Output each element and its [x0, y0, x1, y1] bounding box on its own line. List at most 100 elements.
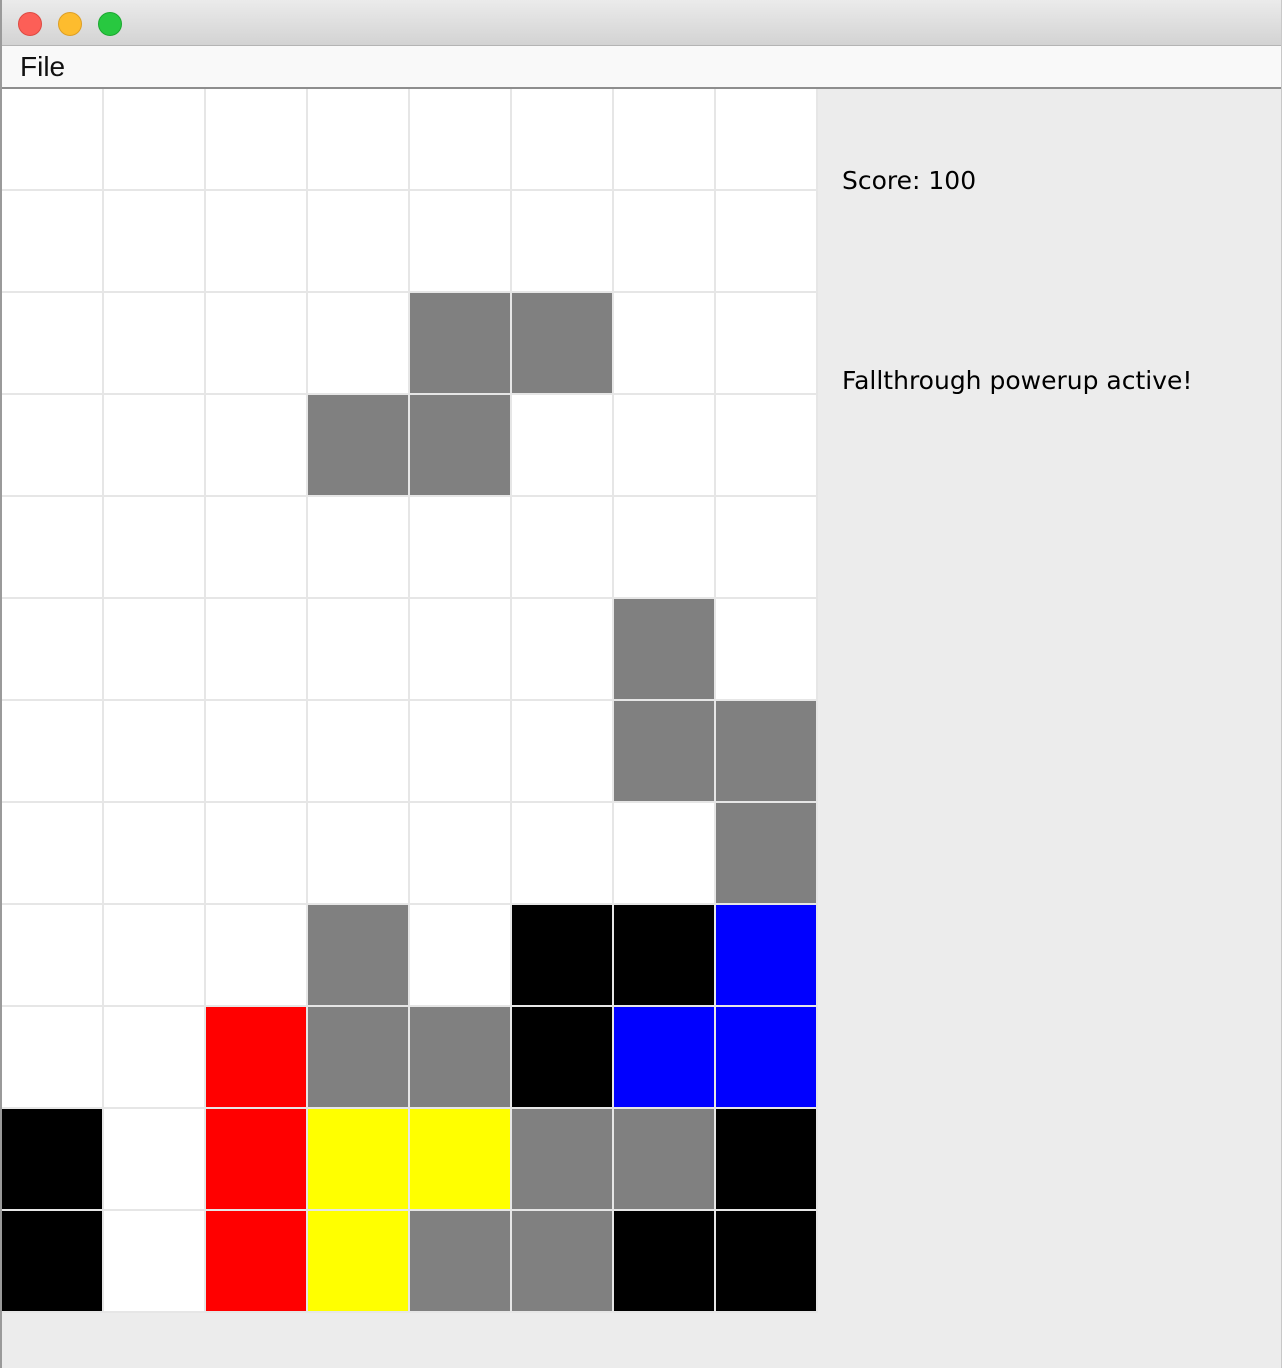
empty-cell: [410, 191, 510, 291]
empty-cell: [104, 293, 204, 393]
empty-cell: [2, 701, 102, 801]
block-cell: [308, 395, 408, 495]
empty-cell: [206, 89, 306, 189]
block-cell: [512, 293, 612, 393]
empty-cell: [2, 395, 102, 495]
powerup-status: Fallthrough powerup active!: [842, 366, 1193, 395]
empty-cell: [206, 701, 306, 801]
empty-cell: [104, 599, 204, 699]
empty-cell: [2, 89, 102, 189]
block-cell: [716, 905, 816, 1005]
score-label: Score: 100: [842, 166, 977, 195]
block-cell: [716, 1211, 816, 1311]
game-board[interactable]: [2, 89, 818, 1313]
empty-cell: [206, 293, 306, 393]
empty-cell: [614, 497, 714, 597]
title-bar[interactable]: [2, 0, 1281, 46]
empty-cell: [104, 395, 204, 495]
block-cell: [308, 905, 408, 1005]
empty-cell: [410, 599, 510, 699]
empty-cell: [410, 803, 510, 903]
block-cell: [2, 1109, 102, 1209]
empty-cell: [512, 191, 612, 291]
block-cell: [512, 1007, 612, 1107]
block-cell: [716, 701, 816, 801]
empty-cell: [308, 89, 408, 189]
block-cell: [308, 1007, 408, 1107]
block-cell: [410, 1007, 510, 1107]
empty-cell: [614, 191, 714, 291]
empty-cell: [716, 599, 816, 699]
block-cell: [410, 1211, 510, 1311]
empty-cell: [104, 191, 204, 291]
empty-cell: [206, 395, 306, 495]
empty-cell: [104, 1109, 204, 1209]
empty-cell: [104, 1211, 204, 1311]
empty-cell: [2, 1007, 102, 1107]
empty-cell: [512, 803, 612, 903]
block-cell: [308, 1211, 408, 1311]
empty-cell: [2, 803, 102, 903]
empty-cell: [410, 701, 510, 801]
close-button[interactable]: [18, 12, 42, 36]
empty-cell: [716, 395, 816, 495]
empty-cell: [308, 497, 408, 597]
menu-bar: File: [2, 46, 1281, 89]
empty-cell: [512, 497, 612, 597]
block-cell: [716, 1109, 816, 1209]
empty-cell: [614, 293, 714, 393]
empty-cell: [206, 497, 306, 597]
empty-cell: [104, 905, 204, 1005]
empty-cell: [410, 497, 510, 597]
game-window: File Score: 100 Fallthrough powerup acti…: [0, 0, 1282, 1368]
block-cell: [410, 1109, 510, 1209]
block-cell: [716, 803, 816, 903]
empty-cell: [716, 191, 816, 291]
empty-cell: [206, 905, 306, 1005]
block-cell: [206, 1007, 306, 1107]
empty-cell: [512, 701, 612, 801]
block-cell: [614, 1211, 714, 1311]
maximize-button[interactable]: [98, 12, 122, 36]
block-cell: [614, 1109, 714, 1209]
menu-file[interactable]: File: [20, 51, 65, 83]
empty-cell: [410, 89, 510, 189]
empty-cell: [2, 599, 102, 699]
empty-cell: [716, 293, 816, 393]
block-cell: [206, 1211, 306, 1311]
empty-cell: [2, 497, 102, 597]
block-cell: [308, 1109, 408, 1209]
empty-cell: [206, 803, 306, 903]
block-cell: [410, 293, 510, 393]
block-cell: [614, 701, 714, 801]
empty-cell: [308, 191, 408, 291]
block-cell: [206, 1109, 306, 1209]
empty-cell: [512, 89, 612, 189]
empty-cell: [308, 599, 408, 699]
block-cell: [512, 1109, 612, 1209]
empty-cell: [308, 803, 408, 903]
empty-cell: [716, 89, 816, 189]
minimize-button[interactable]: [58, 12, 82, 36]
empty-cell: [614, 395, 714, 495]
empty-cell: [614, 803, 714, 903]
empty-cell: [512, 599, 612, 699]
empty-cell: [2, 191, 102, 291]
block-cell: [614, 599, 714, 699]
block-cell: [614, 905, 714, 1005]
empty-cell: [512, 395, 612, 495]
block-cell: [2, 1211, 102, 1311]
empty-cell: [2, 905, 102, 1005]
empty-cell: [104, 1007, 204, 1107]
empty-cell: [614, 89, 714, 189]
empty-cell: [410, 905, 510, 1005]
block-cell: [614, 1007, 714, 1107]
empty-cell: [308, 701, 408, 801]
empty-cell: [2, 293, 102, 393]
empty-cell: [206, 599, 306, 699]
block-cell: [512, 1211, 612, 1311]
empty-cell: [308, 293, 408, 393]
block-cell: [410, 395, 510, 495]
empty-cell: [104, 701, 204, 801]
empty-cell: [104, 803, 204, 903]
